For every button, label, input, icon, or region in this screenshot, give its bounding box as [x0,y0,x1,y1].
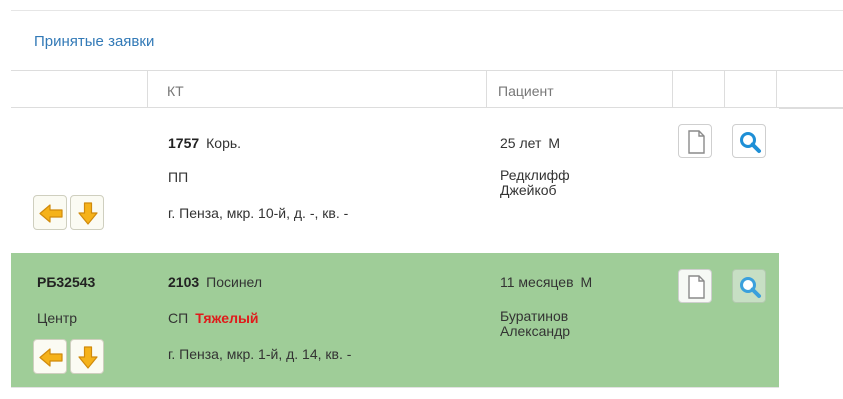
column-header-kt: КТ [167,83,184,99]
arrow-left-icon [39,348,63,367]
search-button[interactable] [732,269,766,303]
patient-age-sex: 25 лет М [500,135,560,151]
column-divider [486,71,487,107]
patient-sex: М [580,274,593,290]
magnifier-icon [740,277,761,298]
patient-name-first: Редклифф [500,167,570,183]
table-header: КТ Пациент [11,70,843,109]
call-info: 1757 Корь. [168,135,241,151]
magnifier-icon [740,132,761,153]
patient-age: 11 месяцев [500,274,574,290]
table-row: 1757 Корь. ПП г. Пенза, мкр. 10-й, д. -, … [11,108,779,253]
column-divider [147,71,148,107]
document-button[interactable] [678,269,712,303]
patient-age: 25 лет [500,135,542,151]
call-address: г. Пенза, мкр. 1-й, д. 14, кв. - [168,346,352,362]
document-icon [688,275,705,299]
patient-name-first: Буратинов [500,308,569,324]
call-type: СП Тяжелый [168,310,259,326]
call-number: 2103 [168,274,200,290]
column-divider [776,71,777,107]
call-number: 1757 [168,135,200,151]
return-left-button[interactable] [33,339,67,374]
column-divider [672,71,673,107]
call-info: 2103 Посинел [168,274,262,290]
document-button[interactable] [678,124,712,158]
arrow-down-icon [78,346,98,369]
call-address: г. Пенза, мкр. 10-й, д. -, кв. - [168,205,349,221]
patient-name-second: Джейкоб [500,182,557,198]
panel-title-link[interactable]: Принятые заявки [34,33,154,50]
arrow-left-icon [39,204,63,223]
arrow-down-icon [78,202,98,225]
return-left-button[interactable] [33,195,67,230]
patient-sex: М [548,135,561,151]
call-diagnosis: Посинел [206,274,263,290]
call-type-code: ПП [168,169,189,185]
request-code: РБ32543 [37,274,96,290]
call-diagnosis: Корь. [206,135,242,151]
document-icon [688,130,705,154]
patient-age-sex: 11 месяцев М [500,274,592,290]
call-type-code: СП [168,310,189,326]
column-header-patient: Пациент [498,83,554,99]
search-button[interactable] [732,124,766,158]
table-bottom-border [11,387,779,388]
column-divider [724,71,725,107]
move-down-button[interactable] [70,195,104,230]
dispatch-center: Центр [37,310,78,326]
severity-label: Тяжелый [195,310,259,326]
patient-name-second: Александр [500,323,571,339]
move-down-button[interactable] [70,339,104,374]
top-divider [11,10,843,11]
table-row: РБ32543 Центр 2103 Посинел СП Тяжелый г. П… [11,253,779,387]
call-type: ПП [168,169,188,185]
